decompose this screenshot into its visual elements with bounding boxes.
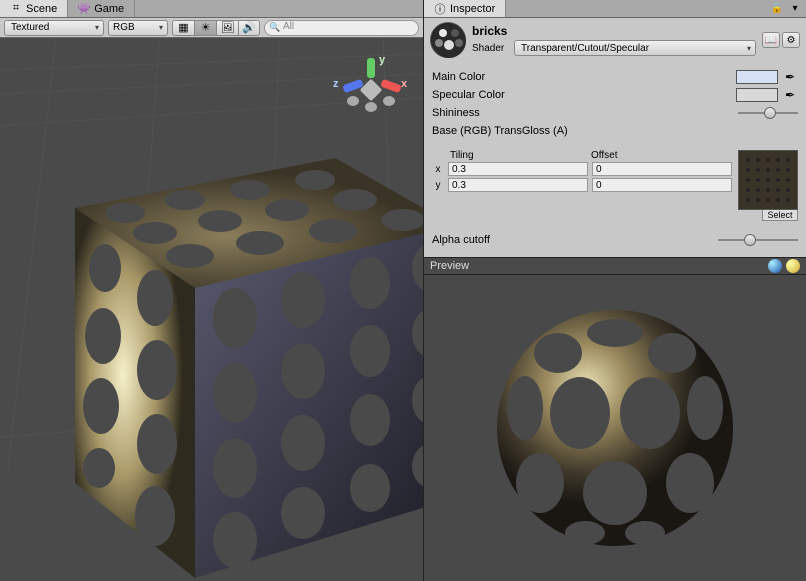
shininess-slider[interactable] bbox=[738, 106, 798, 120]
preview-background-toggle[interactable] bbox=[786, 259, 800, 273]
search-input[interactable]: All bbox=[264, 20, 419, 36]
material-properties: Main Color ✒ Specular Color ✒ Shininess … bbox=[424, 62, 806, 146]
material-name: bricks bbox=[472, 24, 756, 38]
gizmo-y-axis[interactable] bbox=[367, 58, 375, 78]
tiling-x-input[interactable] bbox=[448, 162, 588, 176]
preview-sphere bbox=[490, 303, 740, 553]
material-header: bricks Shader Transparent/Cutout/Specula… bbox=[424, 18, 806, 62]
scene-viewport[interactable]: y x z bbox=[0, 38, 423, 581]
material-preview[interactable] bbox=[424, 275, 806, 581]
search-placeholder: All bbox=[283, 21, 294, 32]
texture-thumbnail[interactable] bbox=[738, 150, 798, 210]
scene-tabs: ⌗ Scene 👾 Game bbox=[0, 0, 423, 18]
texture-select-button[interactable]: Select bbox=[762, 209, 798, 221]
scene-toolbar: Textured RGB ▦ ☀ 🖼 🔊 All bbox=[0, 18, 423, 38]
main-color-swatch[interactable] bbox=[736, 70, 778, 84]
shininess-thumb[interactable] bbox=[764, 107, 776, 119]
inspector-tabs: ⓘ Inspector 🔒 ▾ bbox=[424, 0, 806, 18]
main-color-eyedropper-icon[interactable]: ✒ bbox=[782, 69, 798, 85]
gizmo-x-axis[interactable] bbox=[380, 79, 402, 93]
specular-color-swatch[interactable] bbox=[736, 88, 778, 102]
gizmo-x-label: x bbox=[401, 78, 407, 90]
axis-y-label: y bbox=[432, 180, 444, 191]
alpha-cutoff-row: Alpha cutoff bbox=[424, 229, 806, 257]
tab-scene[interactable]: ⌗ Scene bbox=[0, 0, 68, 17]
preview-light-toggle[interactable] bbox=[768, 259, 782, 273]
tab-game[interactable]: 👾 Game bbox=[68, 0, 135, 17]
tab-inspector[interactable]: ⓘ Inspector bbox=[424, 0, 506, 17]
color-mode-value: RGB bbox=[113, 22, 135, 33]
scene-cube[interactable] bbox=[35, 118, 423, 581]
preview-title: Preview bbox=[430, 260, 469, 272]
fx-toggle-button[interactable]: 🖼 bbox=[216, 20, 238, 36]
lock-icon[interactable]: 🔒 bbox=[770, 2, 784, 16]
gizmo-y-label: y bbox=[379, 54, 385, 66]
scene-icon: ⌗ bbox=[10, 3, 22, 15]
game-icon: 👾 bbox=[78, 3, 90, 15]
preview-header: Preview bbox=[424, 257, 806, 275]
specular-color-eyedropper-icon[interactable]: ✒ bbox=[782, 87, 798, 103]
tab-scene-label: Scene bbox=[26, 3, 57, 15]
panel-menu-icon[interactable]: ▾ bbox=[788, 2, 802, 16]
gizmo-center[interactable] bbox=[360, 79, 383, 102]
specular-color-label: Specular Color bbox=[432, 89, 732, 101]
toggle-2d-button[interactable]: ▦ bbox=[172, 20, 194, 36]
axis-x-label: x bbox=[432, 164, 444, 175]
main-color-label: Main Color bbox=[432, 71, 732, 83]
tiling-y-input[interactable] bbox=[448, 178, 588, 192]
shader-dropdown[interactable]: Transparent/Cutout/Specular bbox=[514, 40, 756, 56]
alpha-cutoff-slider[interactable] bbox=[718, 233, 798, 247]
alpha-cutoff-label: Alpha cutoff bbox=[432, 234, 710, 246]
help-button[interactable]: 📖 bbox=[762, 32, 780, 48]
orientation-gizmo[interactable]: y x z bbox=[337, 56, 405, 124]
offset-header-label: Offset bbox=[591, 150, 732, 161]
material-thumbnail[interactable] bbox=[430, 22, 466, 58]
render-mode-dropdown[interactable]: Textured bbox=[4, 20, 104, 36]
offset-y-input[interactable] bbox=[592, 178, 732, 192]
tiling-header-label: Tiling bbox=[450, 150, 591, 161]
base-texture-label: Base (RGB) TransGloss (A) bbox=[432, 125, 798, 137]
render-mode-value: Textured bbox=[11, 22, 49, 33]
alpha-cutoff-thumb[interactable] bbox=[744, 234, 756, 246]
shader-label: Shader bbox=[472, 43, 510, 54]
audio-toggle-button[interactable]: 🔊 bbox=[238, 20, 260, 36]
shininess-label: Shininess bbox=[432, 107, 734, 119]
tab-inspector-label: Inspector bbox=[450, 3, 495, 15]
settings-button[interactable]: ⚙ bbox=[782, 32, 800, 48]
lighting-toggle-button[interactable]: ☀ bbox=[194, 20, 216, 36]
inspector-icon: ⓘ bbox=[434, 3, 446, 15]
tab-game-label: Game bbox=[94, 3, 124, 15]
texture-tiling-section: Tiling Offset x y Select bbox=[424, 146, 806, 229]
color-mode-dropdown[interactable]: RGB bbox=[108, 20, 168, 36]
view-toggle-group: ▦ ☀ 🖼 🔊 bbox=[172, 20, 260, 36]
shader-value: Transparent/Cutout/Specular bbox=[521, 43, 649, 54]
gizmo-z-label: z bbox=[333, 78, 339, 90]
offset-x-input[interactable] bbox=[592, 162, 732, 176]
